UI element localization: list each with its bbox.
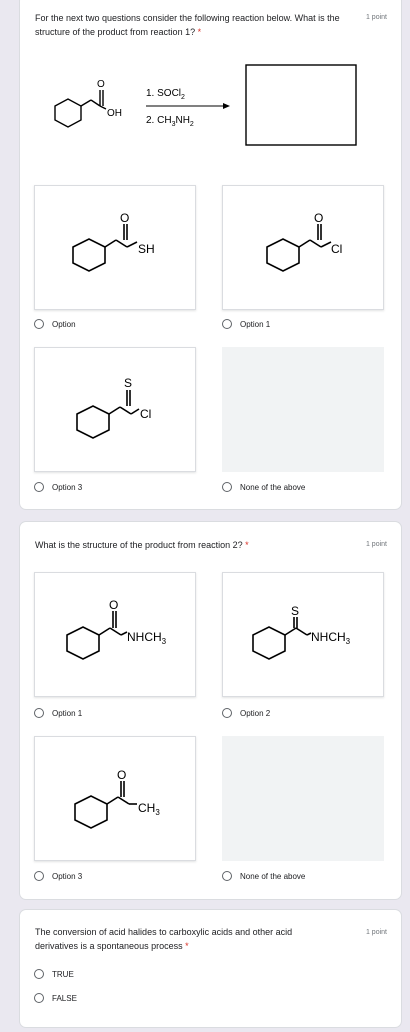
option-radio-option[interactable]: Option: [34, 317, 76, 331]
question-text-line-2: derivatives is a spontaneous process *: [35, 939, 355, 953]
question-card-1: For the next two questions consider the …: [19, 0, 402, 510]
atom-label: Cl: [140, 407, 151, 421]
option-radio-false[interactable]: FALSE: [34, 991, 77, 1005]
atom-label: O: [120, 211, 129, 225]
atom-label: O: [314, 211, 323, 225]
radio-button[interactable]: [222, 319, 232, 329]
question-title: What is the structure of the product fro…: [35, 538, 355, 552]
option-image-option-2[interactable]: S NHCH3: [222, 572, 384, 697]
radio-button[interactable]: [34, 319, 44, 329]
question-card-3: The conversion of acid halides to carbox…: [19, 909, 402, 1028]
arrow-head-icon: [223, 103, 230, 109]
question-title: The conversion of acid halides to carbox…: [35, 925, 355, 953]
radio-button[interactable]: [34, 993, 44, 1003]
atom-label: S: [124, 376, 132, 390]
points-label: 1 point: [365, 14, 387, 21]
reagent-step-2: 2. CH3NH2: [146, 115, 194, 128]
question-card-2: What is the structure of the product fro…: [19, 521, 402, 900]
radio-button[interactable]: [34, 708, 44, 718]
option-image-option-1[interactable]: O NHCH3: [34, 572, 196, 697]
option-label: Option 2: [240, 708, 271, 718]
radio-button[interactable]: [222, 871, 232, 881]
question-title: For the next two questions consider the …: [35, 11, 355, 39]
option-label: FALSE: [52, 993, 77, 1003]
reagent-step-1: 1. SOCl2: [146, 88, 185, 101]
option-label: Option 3: [52, 871, 83, 881]
points-label: 1 point: [365, 541, 387, 548]
required-asterisk: *: [197, 27, 202, 37]
reaction-scheme: O OH 1. SOCl2 2. CH3NH2: [54, 64, 357, 146]
option-radio-none[interactable]: None of the above: [222, 480, 305, 494]
atom-label: CH3: [138, 801, 160, 817]
option-image-none: [222, 736, 384, 861]
option-radio-true[interactable]: TRUE: [34, 967, 74, 981]
option-label: Option 3: [52, 482, 83, 492]
radio-button[interactable]: [34, 482, 44, 492]
option-label: Option: [52, 319, 76, 329]
atom-label: NHCH3: [127, 630, 167, 646]
option-label: Option 1: [240, 319, 271, 329]
option-radio-option-2[interactable]: Option 2: [222, 706, 270, 720]
question-text-line-1: The conversion of acid halides to carbox…: [35, 927, 293, 937]
reactant-structure: [54, 90, 107, 128]
question-text: What is the structure of the product fro…: [35, 540, 243, 550]
atom-label: NHCH3: [311, 630, 351, 646]
required-asterisk: *: [245, 540, 249, 550]
option-radio-option-3[interactable]: Option 3: [34, 480, 82, 494]
atom-label: Cl: [331, 242, 342, 256]
reactant-oxygen: O: [97, 79, 105, 90]
question-text: derivatives is a spontaneous process: [35, 941, 183, 951]
option-label: None of the above: [240, 482, 306, 492]
option-image-option-3[interactable]: S Cl: [34, 347, 196, 472]
option-image-option-3[interactable]: O CH3: [34, 736, 196, 861]
question-text: For the next two questions consider the …: [35, 13, 340, 37]
option-image-option[interactable]: O SH: [34, 185, 196, 310]
atom-label: O: [109, 598, 118, 612]
radio-button[interactable]: [222, 708, 232, 718]
option-image-option-1[interactable]: O Cl: [222, 185, 384, 310]
radio-button[interactable]: [222, 482, 232, 492]
option-label: TRUE: [52, 969, 74, 979]
atom-label: SH: [138, 242, 155, 256]
option-radio-option-3[interactable]: Option 3: [34, 869, 82, 883]
atom-label: S: [291, 604, 299, 618]
option-label: Option 1: [52, 708, 83, 718]
required-asterisk: *: [185, 941, 189, 951]
option-radio-option-1[interactable]: Option 1: [222, 317, 270, 331]
radio-button[interactable]: [34, 969, 44, 979]
points-label: 1 point: [365, 929, 387, 936]
product-box: [245, 64, 357, 146]
option-label: None of the above: [240, 871, 306, 881]
option-radio-none[interactable]: None of the above: [222, 869, 305, 883]
atom-label: O: [117, 768, 126, 782]
radio-button[interactable]: [34, 871, 44, 881]
option-image-none: [222, 347, 384, 472]
option-radio-option-1[interactable]: Option 1: [34, 706, 82, 720]
reactant-oh: OH: [107, 108, 122, 119]
